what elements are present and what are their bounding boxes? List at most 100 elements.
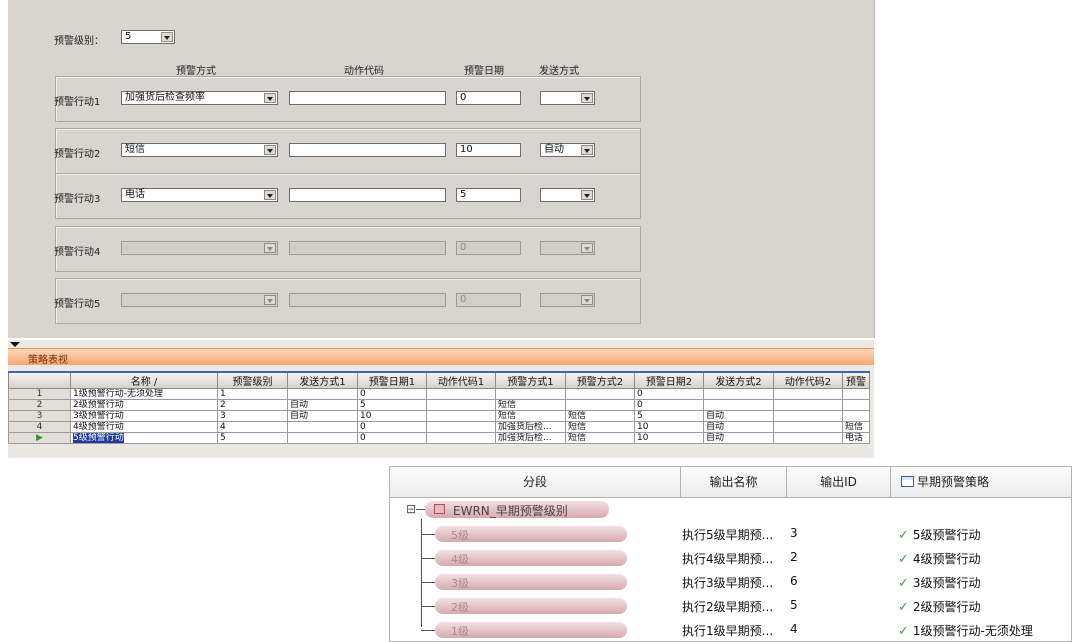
strategy-column-header[interactable]: 发送方式1 — [287, 371, 358, 389]
action-send-select[interactable] — [540, 91, 595, 105]
check-icon: ✓ — [898, 624, 909, 639]
output-id-cell: 6 — [790, 574, 798, 588]
chevron-down-icon — [264, 243, 276, 253]
strategy-table-row[interactable]: 1 1级预警行动-无须处理 1 0 0 — [8, 388, 870, 400]
action-date-input[interactable]: 0 — [456, 293, 521, 307]
action-send-select[interactable]: 自动 — [540, 143, 595, 157]
action-method-select[interactable]: 短信 — [121, 143, 278, 157]
strategy-cell-send2: 自动 — [703, 421, 774, 433]
column-header-send: 发送方式 — [539, 66, 579, 77]
action-date-value: 10 — [460, 144, 473, 155]
segment-node[interactable]: 4级 — [435, 550, 627, 566]
strategy-cell-date1: 10 — [357, 410, 427, 422]
action-date-input[interactable]: 0 — [456, 91, 521, 105]
strategy-column-header[interactable]: 预警 — [842, 371, 870, 389]
policy-cell[interactable]: ✓ 1级预警行动-无须处理 — [898, 622, 1033, 639]
check-icon: ✓ — [898, 528, 909, 543]
tree-header: 分段 输出名称 输出ID 早期预警策略 — [390, 467, 1071, 498]
strategy-column-header[interactable]: 名称 / — [70, 371, 218, 389]
action-send-select[interactable] — [540, 293, 595, 307]
strategy-column-header[interactable] — [8, 371, 71, 389]
strategy-name-cell: 2级预警行动 — [70, 399, 218, 411]
policy-cell[interactable]: ✓ 4级预警行动 — [898, 550, 981, 567]
action-method-select[interactable] — [121, 241, 278, 255]
strategy-cell-level: 4 — [217, 421, 288, 433]
action-date-value: 0 — [460, 92, 467, 103]
policy-cell[interactable]: ✓ 2级预警行动 — [898, 598, 981, 615]
action-send-select[interactable] — [540, 241, 595, 255]
chevron-down-icon — [264, 190, 276, 200]
strategy-cell-method2 — [565, 399, 635, 411]
strategy-cell-date2: 10 — [634, 421, 704, 433]
action-code-input[interactable] — [289, 188, 446, 202]
chevron-down-icon — [264, 145, 276, 155]
collapse-tree-icon[interactable]: ⊟ — [406, 502, 416, 516]
strategy-cell-date2: 0 — [634, 399, 704, 411]
strategy-table-row[interactable]: 3 3级预警行动 3 自动 10 短信 短信 5 自动 — [8, 410, 870, 422]
segment-label: 1级 — [451, 625, 469, 638]
strategy-column-header[interactable]: 预警日期1 — [357, 371, 427, 389]
strategy-cell-level: 2 — [217, 399, 288, 411]
action-code-input[interactable] — [289, 143, 446, 157]
strategy-cell-send1 — [287, 432, 358, 444]
strategy-cell-extra: 短信 — [842, 421, 870, 433]
tree-header-output-id[interactable]: 输出ID — [787, 467, 891, 497]
strategy-cell-send1: 自动 — [287, 410, 358, 422]
segment-label: 3级 — [451, 577, 469, 590]
strategy-column-header[interactable]: 预警日期2 — [634, 371, 704, 389]
tree-header-output-name[interactable]: 输出名称 — [681, 467, 787, 497]
strategy-cell-method2: 短信 — [565, 432, 635, 444]
strategy-column-header[interactable]: 预警方式1 — [495, 371, 566, 389]
root-node[interactable]: EWRN_早期预警级别 — [425, 501, 609, 518]
action-date-input[interactable]: 0 — [456, 241, 521, 255]
strategy-cell-method2: 短信 — [565, 410, 635, 422]
action-method-select[interactable]: 电话 — [121, 188, 278, 202]
strategy-table-row[interactable]: 2 2级预警行动 2 自动 5 短信 0 — [8, 399, 870, 411]
segment-node[interactable]: 1级 — [435, 622, 627, 638]
strategy-title-bar: 策略表视 — [8, 348, 874, 366]
segment-node[interactable]: 5级 — [435, 526, 627, 542]
action-method-select[interactable]: 加强货后检查频率 — [121, 91, 278, 105]
check-icon: ✓ — [898, 552, 909, 567]
strategy-cell-send1 — [287, 388, 358, 400]
level-select[interactable]: 5 — [121, 30, 175, 44]
strategy-column-header[interactable]: 发送方式2 — [703, 371, 774, 389]
segment-node[interactable]: 3级 — [435, 574, 627, 590]
action-date-value: 5 — [460, 189, 467, 200]
strategy-name-cell: 3级预警行动 — [70, 410, 218, 422]
strategy-cell-code2 — [773, 388, 843, 400]
strategy-table-row[interactable]: ▶ 5级预警行动 5 0 加强货后检... 短信 10 自动 电话 — [8, 432, 870, 444]
policy-cell[interactable]: ✓ 5级预警行动 — [898, 526, 981, 543]
strategy-column-header[interactable]: 预警方式2 — [565, 371, 635, 389]
action-method-select[interactable] — [121, 293, 278, 307]
strategy-cell-date1: 0 — [357, 388, 427, 400]
tree-header-segment[interactable]: 分段 — [390, 467, 681, 497]
action-code-input[interactable] — [289, 293, 446, 307]
collapse-icon[interactable] — [10, 342, 20, 347]
action-date-input[interactable]: 5 — [456, 188, 521, 202]
strategy-section: 策略表视 名称 / 预警级别 发送方式1 预警日期1 动作代码1 预警方式1 预警方式2 预警… — [8, 340, 874, 458]
segment-node[interactable]: 2级 — [435, 598, 627, 614]
segment-tree-grid: 分段 输出名称 输出ID 早期预警策略 ⊟ EWRN_早期预警级别 5级 执行5… — [389, 466, 1072, 642]
output-id-cell: 5 — [790, 598, 798, 612]
action-code-input[interactable] — [289, 241, 446, 255]
strategy-column-header[interactable]: 动作代码1 — [426, 371, 496, 389]
policy-label: 1级预警行动-无须处理 — [912, 624, 1033, 638]
action-date-input[interactable]: 10 — [456, 143, 521, 157]
row-number: 2 — [8, 399, 71, 411]
strategy-column-header[interactable]: 预警级别 — [217, 371, 288, 389]
policy-label: 2级预警行动 — [912, 600, 981, 614]
strategy-table-row[interactable]: 4 4级预警行动 4 0 加强货后检... 短信 10 自动 短信 — [8, 421, 870, 433]
tree-header-policy[interactable]: 早期预警策略 — [891, 467, 1071, 497]
strategy-name-text: 1级预警行动-无须处理 — [73, 389, 163, 399]
policy-cell[interactable]: ✓ 3级预警行动 — [898, 574, 981, 591]
action-send-select[interactable] — [540, 188, 595, 202]
action-code-input[interactable] — [289, 91, 446, 105]
strategy-column-header[interactable]: 动作代码2 — [773, 371, 843, 389]
strategy-cell-method1: 短信 — [495, 399, 566, 411]
row-number: 1 — [8, 388, 71, 400]
strategy-name-text: 4级预警行动 — [73, 422, 124, 432]
strategy-cell-send2: 自动 — [703, 410, 774, 422]
row-number: 4 — [8, 421, 71, 433]
strategy-cell-method2: 短信 — [565, 421, 635, 433]
